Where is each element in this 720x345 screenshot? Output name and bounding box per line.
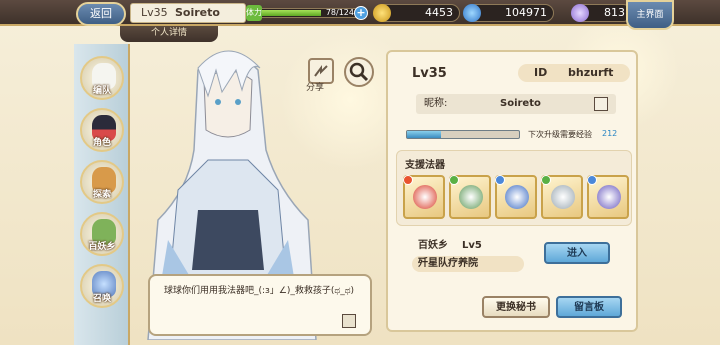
element-badge-icon xyxy=(587,175,597,185)
gem-counter: 104971 xyxy=(463,4,554,22)
element-badge-icon xyxy=(403,175,413,185)
gem-value: 104971 xyxy=(505,6,547,19)
blue-scroll-relic-icon xyxy=(505,185,529,209)
stamina-fill xyxy=(262,10,322,16)
edit-speech-icon[interactable] xyxy=(342,314,356,328)
element-badge-icon xyxy=(541,175,551,185)
xp-label: 下次升级需要经验 xyxy=(528,130,592,139)
silver-ring-relic-icon xyxy=(551,185,575,209)
change-secretary-button[interactable]: 更换秘书 xyxy=(482,296,550,318)
village-level: Lv5 xyxy=(462,240,482,251)
share-icon xyxy=(314,65,328,77)
id-label: ID xyxy=(534,66,548,79)
sidebar-item-label: 百妖乡 xyxy=(88,242,116,252)
player-id: ID bhzurft xyxy=(518,64,630,82)
relic-slot[interactable] xyxy=(449,175,491,219)
sidebar-item-characters[interactable]: 角色 xyxy=(80,108,124,152)
nickname-label: 昵称: xyxy=(424,98,448,109)
red-dragon-relic-icon xyxy=(413,185,437,209)
speech-bubble: 球球你们用用我法器吧_(:з」∠)_救救孩子(ಥ_ಥ) xyxy=(148,274,372,336)
stamina-meter: 体力 78/124 xyxy=(246,4,368,22)
back-button[interactable]: 返回 xyxy=(76,2,126,26)
stamina-value: 78/124 xyxy=(325,8,354,17)
element-badge-icon xyxy=(495,175,505,185)
relic-slot[interactable] xyxy=(587,175,629,219)
crystal-icon xyxy=(571,4,589,22)
village-title: 歼星队疗养院 xyxy=(412,256,524,272)
xp-bar xyxy=(406,130,520,139)
nickname-value: Soireto xyxy=(500,98,541,109)
relic-slot[interactable] xyxy=(495,175,537,219)
home-button[interactable]: 主界面 xyxy=(626,0,674,30)
green-vase-relic-icon xyxy=(459,185,483,209)
player-level: Lv35 xyxy=(141,6,168,19)
nickname-field: 昵称: Soireto xyxy=(416,94,616,114)
purple-sword-relic-icon xyxy=(597,185,621,209)
edit-nickname-icon[interactable] xyxy=(594,97,608,111)
share-label: 分享 xyxy=(306,83,325,93)
player-name: Soireto xyxy=(175,6,220,19)
add-stamina-button[interactable]: + xyxy=(354,6,368,20)
support-relics: 支援法器 xyxy=(396,150,632,226)
gold-value: 4453 xyxy=(425,6,453,19)
enter-village-button[interactable]: 进入 xyxy=(544,242,610,264)
sidebar-item-label: 探索 xyxy=(92,190,111,200)
profile-level: Lv35 xyxy=(412,66,447,81)
message-board-button[interactable]: 留言板 xyxy=(556,296,622,318)
sidebar-item-team[interactable]: 编队 xyxy=(80,56,124,100)
support-title: 支援法器 xyxy=(405,160,445,171)
gold-counter: 4453 xyxy=(373,4,460,22)
relic-slot[interactable] xyxy=(403,175,445,219)
sidebar-item-demon-village[interactable]: 百妖乡 xyxy=(80,212,124,256)
gold-coin-icon xyxy=(373,4,391,22)
sidebar-item-label: 召唤 xyxy=(92,294,111,304)
sidebar-item-label: 编队 xyxy=(92,86,111,96)
view-character-button[interactable] xyxy=(344,57,374,87)
stamina-tag: 体力 xyxy=(246,5,262,21)
id-value: bhzurft xyxy=(568,66,614,79)
profile-panel: Lv35 ID bhzurft 昵称: Soireto 下次升级需要经验 212… xyxy=(386,50,638,332)
sidebar: 编队 角色 探索 百妖乡 召唤 xyxy=(74,44,130,345)
relic-slot[interactable] xyxy=(541,175,583,219)
sidebar-item-summon[interactable]: 召唤 xyxy=(80,264,124,308)
crystal-counter: 813 xyxy=(571,4,632,22)
sidebar-item-label: 角色 xyxy=(92,138,111,148)
xp-value: 212 xyxy=(602,129,618,138)
xp-fill xyxy=(407,131,441,138)
sidebar-item-explore[interactable]: 探索 xyxy=(80,160,124,204)
player-plate: Lv35 Soireto xyxy=(130,3,246,23)
speech-text: 球球你们用用我法器吧_(:з」∠)_救救孩子(ಥ_ಥ) xyxy=(164,286,355,296)
village-label: 百妖乡 xyxy=(418,240,448,251)
element-badge-icon xyxy=(449,175,459,185)
village-info: 百妖乡 Lv5 xyxy=(418,236,482,251)
blue-gem-icon xyxy=(463,4,481,22)
crystal-value: 813 xyxy=(604,6,625,19)
magnify-icon xyxy=(349,62,369,82)
